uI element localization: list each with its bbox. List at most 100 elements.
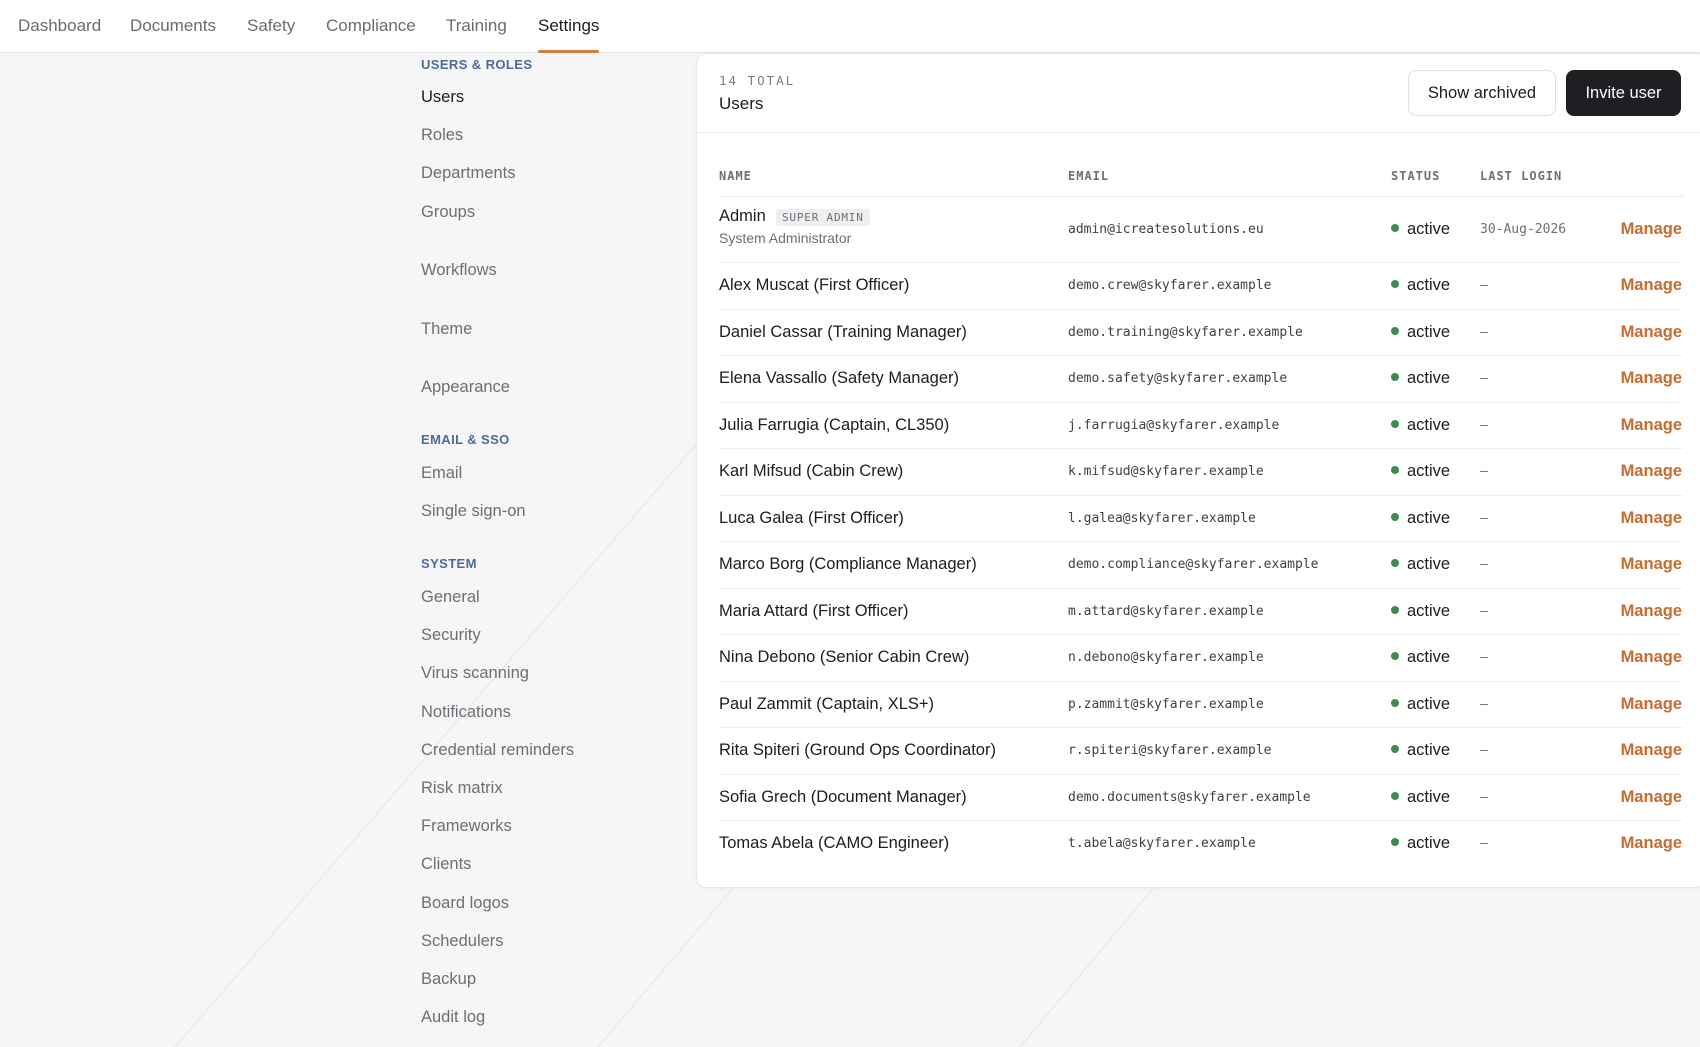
status-indicator: active xyxy=(1391,220,1450,239)
user-email: demo.training@skyfarer.example xyxy=(1068,324,1303,340)
status-dot-icon xyxy=(1391,223,1399,232)
user-email: demo.crew@skyfarer.example xyxy=(1068,278,1272,294)
manage-link[interactable]: Manage xyxy=(1621,369,1682,388)
super-admin-badge: SUPER ADMIN xyxy=(776,209,870,226)
column-header-last-login: LAST LOGIN xyxy=(1480,169,1563,183)
tab-documents[interactable]: Documents xyxy=(130,0,216,53)
status-dot-icon xyxy=(1391,326,1399,335)
status-indicator: active xyxy=(1391,509,1450,528)
sidebar-item-appearance[interactable]: Appearance xyxy=(421,378,510,397)
status-dot-icon xyxy=(1391,791,1399,800)
users-panel: 14 TOTAL Users Show archived Invite user… xyxy=(696,53,1700,888)
status-dot-icon xyxy=(1391,559,1399,568)
status-dot-icon xyxy=(1391,652,1399,661)
sidebar-item-clients[interactable]: Clients xyxy=(421,855,471,874)
sidebar-item-risk-matrix[interactable]: Risk matrix xyxy=(421,779,503,798)
panel-header: 14 TOTAL Users Show archived Invite user xyxy=(697,54,1700,133)
manage-link[interactable]: Manage xyxy=(1621,323,1682,342)
sidebar-item-roles[interactable]: Roles xyxy=(421,126,463,145)
table-row: Paul Zammit (Captain, XLS+) p.zammit@skyf… xyxy=(719,680,1682,728)
user-name: Maria Attard (First Officer) xyxy=(719,601,909,620)
status-label: active xyxy=(1407,834,1451,853)
user-name: Elena Vassallo (Safety Manager) xyxy=(719,369,959,388)
sidebar-item-schedulers[interactable]: Schedulers xyxy=(421,932,504,951)
user-email: n.debono@skyfarer.example xyxy=(1068,650,1264,666)
sidebar-item-groups[interactable]: Groups xyxy=(421,203,475,222)
sidebar-item-workflows[interactable]: Workflows xyxy=(421,261,497,280)
status-label: active xyxy=(1407,462,1451,481)
status-indicator: active xyxy=(1391,695,1450,714)
tab-training[interactable]: Training xyxy=(446,0,507,53)
users-count: 14 TOTAL xyxy=(719,73,796,88)
status-dot-icon xyxy=(1391,838,1399,847)
manage-link[interactable]: Manage xyxy=(1621,509,1682,528)
last-login: – xyxy=(1480,417,1488,433)
sidebar-item-board-logos[interactable]: Board logos xyxy=(421,894,509,913)
status-dot-icon xyxy=(1391,373,1399,382)
user-name: Karl Mifsud (Cabin Crew) xyxy=(719,462,904,481)
sidebar-item-general[interactable]: General xyxy=(421,588,480,607)
tab-settings[interactable]: Settings xyxy=(538,0,600,53)
status-indicator: active xyxy=(1391,276,1450,295)
table-row: Marco Borg (Compliance Manager) demo.comp… xyxy=(719,541,1682,588)
tab-safety[interactable]: Safety xyxy=(247,0,295,53)
manage-link[interactable]: Manage xyxy=(1621,648,1682,667)
manage-link[interactable]: Manage xyxy=(1621,741,1682,760)
last-login: 30-Aug-2026 xyxy=(1480,221,1567,237)
user-email: t.abela@skyfarer.example xyxy=(1068,836,1256,852)
manage-link[interactable]: Manage xyxy=(1621,555,1682,574)
table-row: Luca Galea (First Officer) l.galea@skyfar… xyxy=(719,494,1682,542)
manage-link[interactable]: Manage xyxy=(1621,788,1682,807)
sidebar-item-sso[interactable]: Single sign-on xyxy=(421,502,526,521)
status-indicator: active xyxy=(1391,602,1450,621)
sidebar-item-credential-reminders[interactable]: Credential reminders xyxy=(421,741,574,760)
table-row: Admin SUPER ADMIN System Administrator admi… xyxy=(719,197,1682,262)
section-title-email-sso: EMAIL & SSO xyxy=(421,432,510,447)
sidebar-item-departments[interactable]: Departments xyxy=(421,164,515,183)
status-indicator: active xyxy=(1391,834,1450,853)
user-email: admin@icreatesolutions.eu xyxy=(1068,221,1264,237)
user-email: m.attard@skyfarer.example xyxy=(1068,603,1264,619)
user-subtitle: System Administrator xyxy=(719,230,852,246)
status-dot-icon xyxy=(1391,605,1399,614)
user-name: Marco Borg (Compliance Manager) xyxy=(719,555,977,574)
user-name: Tomas Abela (CAMO Engineer) xyxy=(719,834,950,853)
sidebar-item-virus-scanning[interactable]: Virus scanning xyxy=(421,664,529,683)
last-login: – xyxy=(1480,696,1488,712)
table-row: Daniel Cassar (Training Manager) demo.tra… xyxy=(719,308,1682,356)
user-email: k.mifsud@skyfarer.example xyxy=(1068,464,1264,480)
tab-compliance[interactable]: Compliance xyxy=(326,0,416,53)
manage-link[interactable]: Manage xyxy=(1621,602,1682,621)
last-login: – xyxy=(1480,464,1488,480)
user-name: Paul Zammit (Captain, XLS+) xyxy=(719,694,935,713)
user-email: j.farrugia@skyfarer.example xyxy=(1068,417,1280,433)
sidebar-item-notifications[interactable]: Notifications xyxy=(421,703,511,722)
user-name: Daniel Cassar (Training Manager) xyxy=(719,322,967,341)
sidebar-item-theme[interactable]: Theme xyxy=(421,320,472,339)
user-name: Admin xyxy=(719,207,766,225)
invite-user-button[interactable]: Invite user xyxy=(1566,70,1681,116)
manage-link[interactable]: Manage xyxy=(1621,276,1682,295)
status-dot-icon xyxy=(1391,419,1399,428)
sidebar-item-frameworks[interactable]: Frameworks xyxy=(421,817,512,836)
manage-link[interactable]: Manage xyxy=(1621,695,1682,714)
last-login: – xyxy=(1480,510,1488,526)
manage-link[interactable]: Manage xyxy=(1621,462,1682,481)
sidebar-item-audit-log[interactable]: Audit log xyxy=(421,1008,485,1027)
manage-link[interactable]: Manage xyxy=(1621,220,1682,239)
status-label: active xyxy=(1407,276,1451,295)
last-login: – xyxy=(1480,324,1488,340)
status-indicator: active xyxy=(1391,648,1450,667)
top-nav: Dashboard Documents Safety Compliance Tr… xyxy=(0,0,1700,53)
sidebar-item-security[interactable]: Security xyxy=(421,626,481,645)
status-indicator: active xyxy=(1391,323,1450,342)
user-name: Sofia Grech (Document Manager) xyxy=(719,787,967,806)
sidebar-item-backup[interactable]: Backup xyxy=(421,970,476,989)
sidebar-item-users[interactable]: Users xyxy=(421,88,464,107)
status-dot-icon xyxy=(1391,466,1399,475)
show-archived-button[interactable]: Show archived xyxy=(1408,70,1556,116)
manage-link[interactable]: Manage xyxy=(1621,416,1682,435)
manage-link[interactable]: Manage xyxy=(1621,834,1682,853)
sidebar-item-email[interactable]: Email xyxy=(421,464,462,483)
tab-dashboard[interactable]: Dashboard xyxy=(18,0,101,53)
